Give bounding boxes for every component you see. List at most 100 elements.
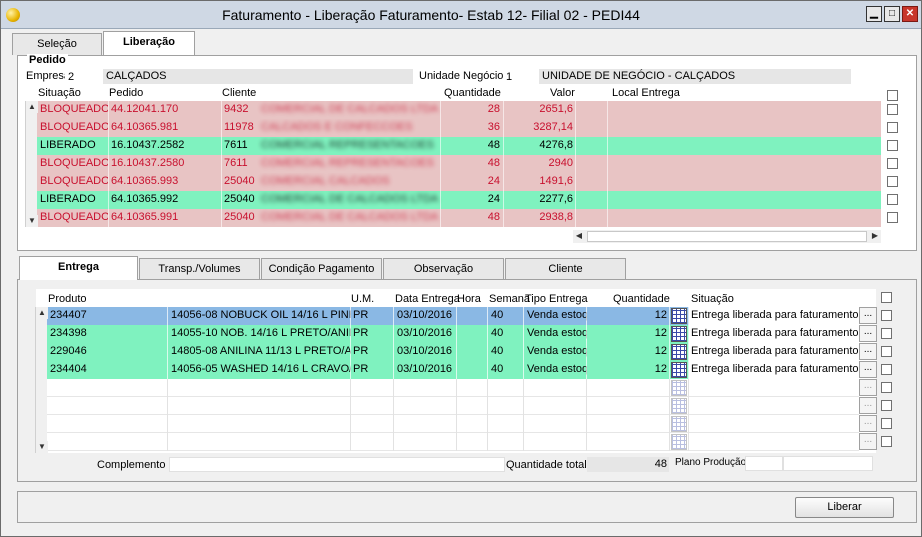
pedido-row-checkbox[interactable]	[887, 122, 898, 133]
entrega-row[interactable]: 234407 14056-08 NOBUCK OIL 14/16 L PINHA(…	[47, 307, 859, 325]
cell-produto: 234407	[50, 309, 87, 321]
close-button[interactable]: ✕	[902, 6, 918, 22]
entrega-row-checkbox[interactable]	[881, 364, 892, 375]
entrega-empty-row[interactable]	[47, 433, 859, 451]
pedido-row[interactable]: BLOQUEADO 64.10365.993 25040 COMERCIAL CALC…	[37, 173, 881, 191]
pedido-row[interactable]: LIBERADO 16.10437.2582 7611 COMERCIAL REPRE…	[37, 137, 881, 155]
calendar-icon[interactable]	[671, 326, 687, 342]
details-button[interactable]: ...	[859, 379, 877, 396]
entrega-row-checkbox[interactable]	[881, 400, 892, 411]
entrega-row-checkbox[interactable]	[881, 436, 892, 447]
tab-liberacao[interactable]: Liberação	[103, 31, 195, 55]
col-tipo-entrega[interactable]: Tipo Entrega	[525, 293, 588, 305]
minimize-button[interactable]: ▁	[866, 6, 882, 22]
details-button[interactable]: ...	[859, 397, 877, 414]
cell-quantidade: 12	[654, 309, 667, 321]
col-situacao-entrega[interactable]: Situação	[691, 293, 734, 305]
calendar-icon[interactable]	[671, 308, 687, 324]
cell-cliente-nome: COMERCIAL REPRESENTACOES	[261, 139, 434, 151]
tab-entrega[interactable]: Entrega	[19, 256, 138, 280]
entrega-scroll-down-arrow[interactable]: ▼	[36, 441, 48, 453]
entrega-empty-row[interactable]	[47, 397, 859, 415]
calendar-icon[interactable]	[671, 398, 687, 414]
scroll-thumb[interactable]	[587, 231, 867, 242]
tab-observacao[interactable]: Observação	[383, 258, 504, 280]
cell-situacao: BLOQUEADO	[40, 121, 108, 133]
pedido-row[interactable]: BLOQUEADO 64.10365.981 11978 CALCADOS E CON…	[37, 119, 881, 137]
entrega-row[interactable]: 229046 14805-08 ANILINA 11/13 L PRETO/ANI…	[47, 343, 859, 361]
details-button[interactable]: ...	[859, 343, 877, 360]
calendar-icon[interactable]	[671, 344, 687, 360]
cell-cliente-nome: COMERCIAL REPRESENTACOES	[261, 157, 434, 169]
col-cliente[interactable]: Cliente	[222, 87, 256, 99]
pedido-row[interactable]: LIBERADO 64.10365.992 25040 COMERCIAL DE CA…	[37, 191, 881, 209]
tab-selecao[interactable]: Seleção	[12, 33, 102, 55]
pedido-vertical-scrollbar[interactable]: ▲ ▼	[25, 101, 38, 227]
col-um[interactable]: U.M.	[351, 293, 374, 305]
scroll-right-arrow[interactable]: ▶	[869, 230, 881, 242]
pedido-row-checkbox[interactable]	[887, 158, 898, 169]
cell-cliente: 9432	[224, 103, 249, 115]
pedido-row-checkbox[interactable]	[887, 212, 898, 223]
empresa-input[interactable]: 2	[65, 69, 103, 84]
entrega-row[interactable]: 234404 14056-05 WASHED 14/16 L CRAVO/ANPR…	[47, 361, 859, 379]
col-hora[interactable]: Hora	[457, 293, 481, 305]
details-button[interactable]: ...	[859, 307, 877, 324]
pedido-horizontal-scrollbar[interactable]: ◀ ▶	[573, 230, 881, 243]
col-pedido[interactable]: Pedido	[109, 87, 143, 99]
pedido-row[interactable]: BLOQUEADO 44.12041.170 9432 COMERCIAL DE CA…	[37, 101, 881, 119]
entrega-vertical-scrollbar[interactable]: ▲ ▼	[35, 307, 48, 453]
calendar-icon[interactable]	[671, 416, 687, 432]
col-semana[interactable]: Semana	[489, 293, 530, 305]
pedido-row-checkbox[interactable]	[887, 176, 898, 187]
select-all-pedidos-checkbox[interactable]	[887, 90, 898, 101]
scroll-left-arrow[interactable]: ◀	[573, 230, 585, 242]
details-button[interactable]: ...	[859, 325, 877, 342]
calendar-icon[interactable]	[671, 362, 687, 378]
calendar-icon[interactable]	[671, 434, 687, 450]
complemento-input[interactable]	[169, 457, 505, 472]
pedido-row[interactable]: BLOQUEADO 64.10365.991 25040 COMERCIAL DE C…	[37, 209, 881, 227]
entrega-row[interactable]: 234398 14055-10 NOB. 14/16 L PRETO/ANIL. …	[47, 325, 859, 343]
entrega-row-checkbox[interactable]	[881, 328, 892, 339]
col-valor[interactable]: Valor	[550, 87, 575, 99]
tab-transp-volumes[interactable]: Transp./Volumes	[139, 258, 260, 280]
liberar-button[interactable]: Liberar	[795, 497, 894, 518]
entrega-row-checkbox[interactable]	[881, 382, 892, 393]
cell-semana: 40	[491, 345, 504, 357]
details-button[interactable]: ...	[859, 415, 877, 432]
pedido-row-checkbox[interactable]	[887, 104, 898, 115]
details-button[interactable]: ...	[859, 361, 877, 378]
col-local-entrega[interactable]: Local Entrega	[612, 87, 680, 99]
pedido-row-checkbox[interactable]	[887, 194, 898, 205]
details-button[interactable]: ...	[859, 433, 877, 450]
cell-cliente: 25040	[224, 211, 255, 223]
select-all-entregas-checkbox[interactable]	[881, 292, 892, 303]
col-data-entrega[interactable]: Data Entrega	[395, 293, 460, 305]
cell-valor: 2651,6	[539, 103, 573, 115]
plano-producao-desc	[783, 456, 873, 471]
entrega-empty-row[interactable]	[47, 379, 859, 397]
calendar-icon[interactable]	[671, 380, 687, 396]
entrega-empty-row[interactable]	[47, 415, 859, 433]
scroll-down-arrow[interactable]: ▼	[26, 215, 38, 227]
col-produto[interactable]: Produto	[48, 293, 87, 305]
cell-valor: 1491,6	[539, 175, 573, 187]
entrega-scroll-up-arrow[interactable]: ▲	[36, 307, 48, 319]
col-situacao[interactable]: Situação	[38, 87, 81, 99]
cell-situacao: LIBERADO	[40, 139, 96, 151]
unidade-input[interactable]: 1	[503, 69, 539, 84]
col-quantidade-entrega[interactable]: Quantidade	[613, 293, 670, 305]
maximize-button[interactable]: □	[884, 6, 900, 22]
pedido-row-checkbox[interactable]	[887, 140, 898, 151]
pedido-row[interactable]: BLOQUEADO 16.10437.2580 7611 COMERCIAL REPR…	[37, 155, 881, 173]
entrega-row-checkbox[interactable]	[881, 418, 892, 429]
plano-producao-input[interactable]	[745, 456, 783, 471]
tab-cliente[interactable]: Cliente	[505, 258, 626, 280]
tab-condicao-pagamento[interactable]: Condição Pagamento	[261, 258, 382, 280]
entrega-row-checkbox[interactable]	[881, 346, 892, 357]
entrega-row-checkbox[interactable]	[881, 310, 892, 321]
cell-produto: 229046	[50, 345, 87, 357]
col-quantidade[interactable]: Quantidade	[444, 87, 501, 99]
scroll-up-arrow[interactable]: ▲	[26, 101, 38, 113]
